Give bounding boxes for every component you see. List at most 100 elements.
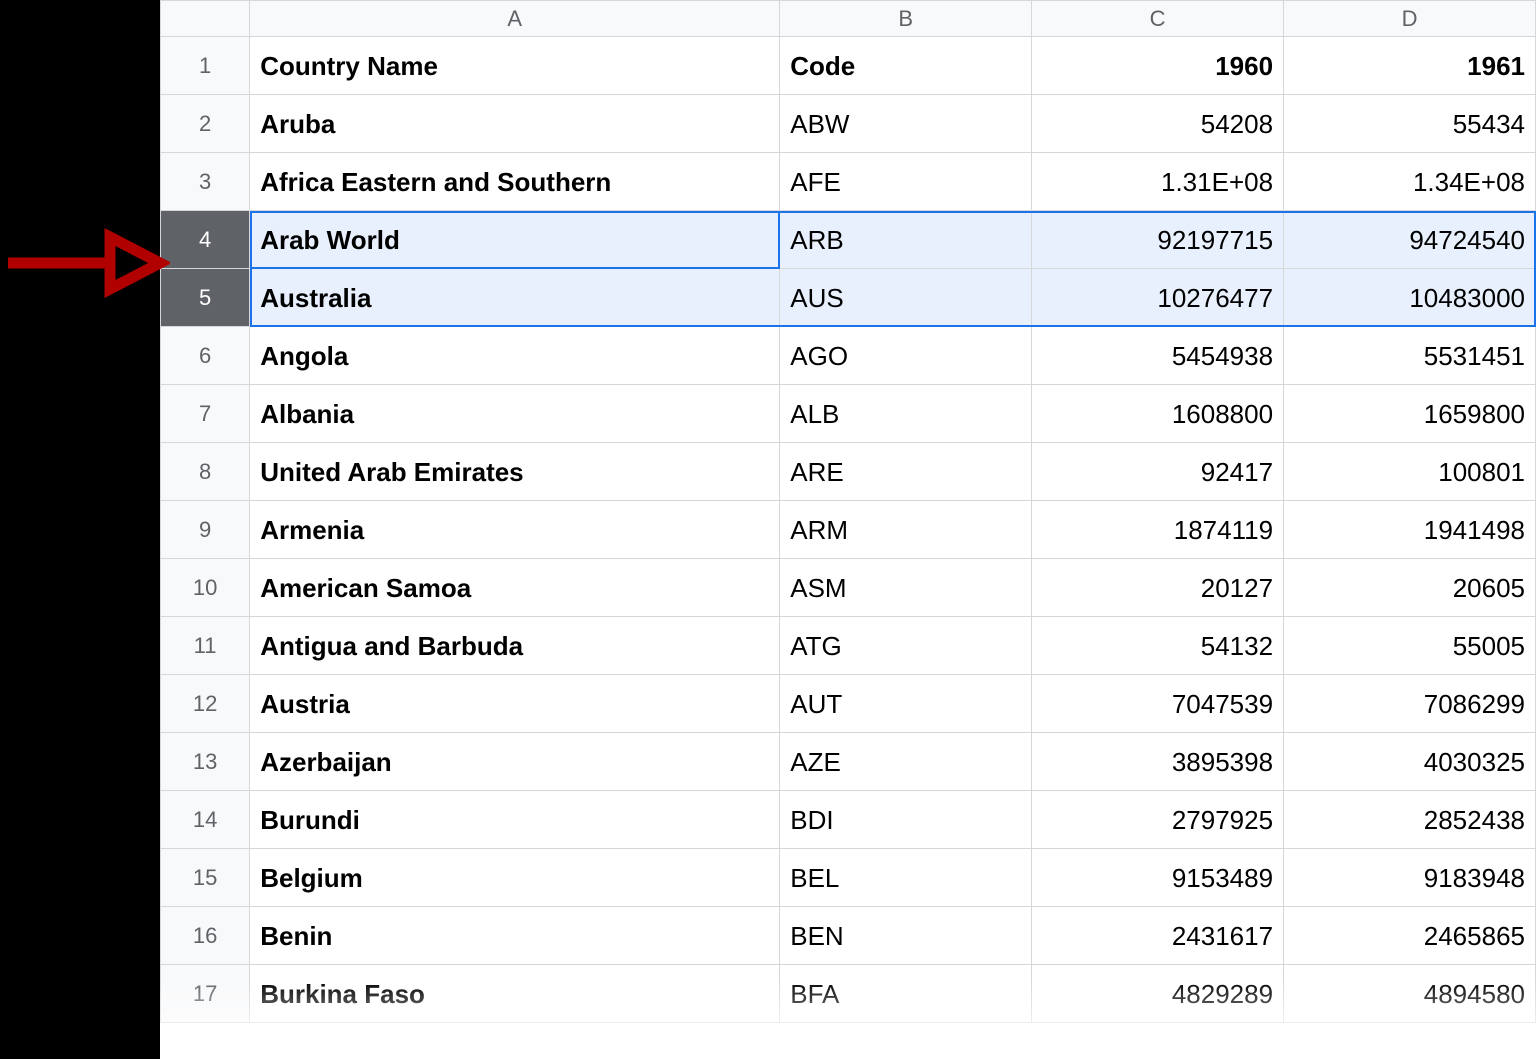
table-row[interactable]: 12AustriaAUT70475397086299 <box>161 675 1536 733</box>
cell-C[interactable]: 4829289 <box>1032 965 1284 1023</box>
cell-D[interactable]: 1659800 <box>1284 385 1536 443</box>
cell-C[interactable]: 2797925 <box>1032 791 1284 849</box>
cell-C[interactable]: 10276477 <box>1032 269 1284 327</box>
cell-D[interactable]: 1.34E+08 <box>1284 153 1536 211</box>
cell-D[interactable]: 4894580 <box>1284 965 1536 1023</box>
row-header[interactable]: 14 <box>161 791 250 849</box>
cell-C[interactable]: 2431617 <box>1032 907 1284 965</box>
cell-B[interactable]: AUT <box>780 675 1032 733</box>
column-header-C[interactable]: C <box>1032 1 1284 37</box>
table-row[interactable]: 3Africa Eastern and SouthernAFE1.31E+081… <box>161 153 1536 211</box>
cell-D[interactable]: 9183948 <box>1284 849 1536 907</box>
row-header[interactable]: 10 <box>161 559 250 617</box>
cell-A[interactable]: Burundi <box>250 791 780 849</box>
cell-B[interactable]: BEN <box>780 907 1032 965</box>
cell-A[interactable]: American Samoa <box>250 559 780 617</box>
cell-A[interactable]: Africa Eastern and Southern <box>250 153 780 211</box>
cell-A[interactable]: Belgium <box>250 849 780 907</box>
column-header-A[interactable]: A <box>250 1 780 37</box>
table-row[interactable]: 16BeninBEN24316172465865 <box>161 907 1536 965</box>
row-header[interactable]: 17 <box>161 965 250 1023</box>
column-header-D[interactable]: D <box>1284 1 1536 37</box>
table-row[interactable]: 13AzerbaijanAZE38953984030325 <box>161 733 1536 791</box>
cell-D[interactable]: 7086299 <box>1284 675 1536 733</box>
cell-A[interactable]: Country Name <box>250 37 780 95</box>
table-row[interactable]: 2ArubaABW5420855434 <box>161 95 1536 153</box>
row-header[interactable]: 4 <box>161 211 250 269</box>
cell-B[interactable]: BFA <box>780 965 1032 1023</box>
table-row[interactable]: 8United Arab EmiratesARE92417100801 <box>161 443 1536 501</box>
cell-C[interactable]: 20127 <box>1032 559 1284 617</box>
row-header[interactable]: 3 <box>161 153 250 211</box>
cell-B[interactable]: BDI <box>780 791 1032 849</box>
cell-C[interactable]: 1960 <box>1032 37 1284 95</box>
spreadsheet-grid[interactable]: A B C D 1Country NameCode196019612ArubaA… <box>160 0 1536 1023</box>
cell-A[interactable]: Azerbaijan <box>250 733 780 791</box>
cell-B[interactable]: AFE <box>780 153 1032 211</box>
cell-D[interactable]: 94724540 <box>1284 211 1536 269</box>
row-header[interactable]: 16 <box>161 907 250 965</box>
cell-A[interactable]: Benin <box>250 907 780 965</box>
cell-D[interactable]: 2852438 <box>1284 791 1536 849</box>
row-header[interactable]: 15 <box>161 849 250 907</box>
cell-C[interactable]: 7047539 <box>1032 675 1284 733</box>
cell-C[interactable]: 1874119 <box>1032 501 1284 559</box>
cell-B[interactable]: Code <box>780 37 1032 95</box>
cell-A[interactable]: Burkina Faso <box>250 965 780 1023</box>
table-row[interactable]: 10American SamoaASM2012720605 <box>161 559 1536 617</box>
cell-B[interactable]: ATG <box>780 617 1032 675</box>
table-row[interactable]: 1Country NameCode19601961 <box>161 37 1536 95</box>
cell-C[interactable]: 1.31E+08 <box>1032 153 1284 211</box>
cell-C[interactable]: 9153489 <box>1032 849 1284 907</box>
cell-A[interactable]: Arab World <box>250 211 780 269</box>
cell-B[interactable]: ASM <box>780 559 1032 617</box>
cell-D[interactable]: 4030325 <box>1284 733 1536 791</box>
cell-A[interactable]: Albania <box>250 385 780 443</box>
cell-A[interactable]: Antigua and Barbuda <box>250 617 780 675</box>
cell-B[interactable]: ARE <box>780 443 1032 501</box>
cell-C[interactable]: 54208 <box>1032 95 1284 153</box>
cell-D[interactable]: 100801 <box>1284 443 1536 501</box>
table-row[interactable]: 11Antigua and BarbudaATG5413255005 <box>161 617 1536 675</box>
cell-B[interactable]: AZE <box>780 733 1032 791</box>
spreadsheet-viewport[interactable]: A B C D 1Country NameCode196019612ArubaA… <box>160 0 1536 1059</box>
cell-B[interactable]: ARB <box>780 211 1032 269</box>
table-row[interactable]: 17Burkina FasoBFA48292894894580 <box>161 965 1536 1023</box>
row-header[interactable]: 1 <box>161 37 250 95</box>
row-header[interactable]: 7 <box>161 385 250 443</box>
table-row[interactable]: 5AustraliaAUS1027647710483000 <box>161 269 1536 327</box>
cell-D[interactable]: 5531451 <box>1284 327 1536 385</box>
cell-C[interactable]: 1608800 <box>1032 385 1284 443</box>
table-row[interactable]: 7AlbaniaALB16088001659800 <box>161 385 1536 443</box>
cell-B[interactable]: BEL <box>780 849 1032 907</box>
table-row[interactable]: 14BurundiBDI27979252852438 <box>161 791 1536 849</box>
cell-D[interactable]: 2465865 <box>1284 907 1536 965</box>
cell-A[interactable]: United Arab Emirates <box>250 443 780 501</box>
row-header[interactable]: 13 <box>161 733 250 791</box>
table-row[interactable]: 4Arab WorldARB9219771594724540 <box>161 211 1536 269</box>
cell-A[interactable]: Austria <box>250 675 780 733</box>
cell-B[interactable]: ALB <box>780 385 1032 443</box>
row-header[interactable]: 6 <box>161 327 250 385</box>
cell-C[interactable]: 92197715 <box>1032 211 1284 269</box>
table-row[interactable]: 6AngolaAGO54549385531451 <box>161 327 1536 385</box>
cell-A[interactable]: Angola <box>250 327 780 385</box>
cell-C[interactable]: 54132 <box>1032 617 1284 675</box>
cell-D[interactable]: 55005 <box>1284 617 1536 675</box>
row-header[interactable]: 12 <box>161 675 250 733</box>
table-row[interactable]: 9ArmeniaARM18741191941498 <box>161 501 1536 559</box>
cell-B[interactable]: ABW <box>780 95 1032 153</box>
cell-C[interactable]: 3895398 <box>1032 733 1284 791</box>
row-header[interactable]: 11 <box>161 617 250 675</box>
cell-D[interactable]: 1961 <box>1284 37 1536 95</box>
cell-A[interactable]: Armenia <box>250 501 780 559</box>
cell-C[interactable]: 92417 <box>1032 443 1284 501</box>
cell-D[interactable]: 10483000 <box>1284 269 1536 327</box>
select-all-corner[interactable] <box>161 1 250 37</box>
cell-B[interactable]: ARM <box>780 501 1032 559</box>
row-header[interactable]: 8 <box>161 443 250 501</box>
column-header-row[interactable]: A B C D <box>161 1 1536 37</box>
cell-B[interactable]: AUS <box>780 269 1032 327</box>
cell-A[interactable]: Australia <box>250 269 780 327</box>
cell-B[interactable]: AGO <box>780 327 1032 385</box>
